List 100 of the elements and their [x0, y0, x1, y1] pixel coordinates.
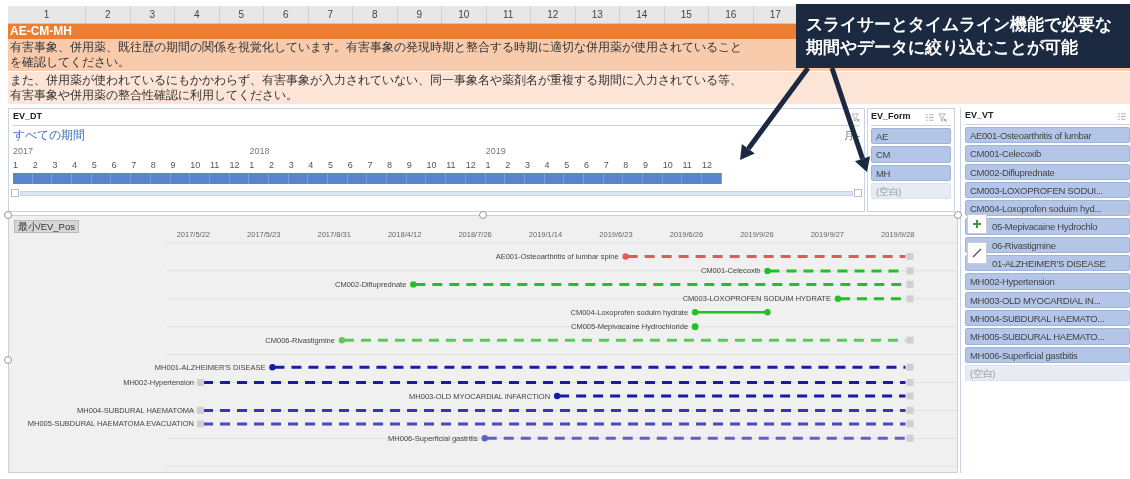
- month-label[interactable]: 3: [52, 158, 58, 172]
- slicer-item[interactable]: MH002-Hypertension: [965, 273, 1130, 290]
- slicer-item[interactable]: MH005-SUBDURAL HAEMATO...: [965, 328, 1130, 345]
- month-label[interactable]: 5: [564, 158, 570, 172]
- month-label[interactable]: 4: [72, 158, 78, 172]
- column-header[interactable]: 8: [353, 6, 398, 23]
- month-label[interactable]: 10: [426, 158, 437, 172]
- timeline-bar-segment[interactable]: [662, 173, 683, 184]
- column-header[interactable]: 4: [175, 6, 220, 23]
- slicer-item[interactable]: CM004-Loxoprofen soduim hyd...: [965, 200, 1130, 217]
- slicer-item[interactable]: AE001-Osteoarthritis of lumbar: [965, 127, 1130, 144]
- month-label[interactable]: 9: [170, 158, 176, 172]
- timeline-bar-segment[interactable]: [229, 173, 250, 184]
- timeline-bar-segment[interactable]: [485, 173, 506, 184]
- timeline-bar-segment[interactable]: [505, 173, 525, 184]
- timeline-bar-segment[interactable]: [682, 173, 703, 184]
- month-label[interactable]: 12: [465, 158, 476, 172]
- column-header[interactable]: 3: [130, 6, 175, 23]
- month-label[interactable]: 6: [583, 158, 589, 172]
- timeline-bar-segment[interactable]: [170, 173, 191, 184]
- slicer-item[interactable]: CM: [871, 146, 951, 163]
- timeline-bar-segment[interactable]: [32, 173, 53, 184]
- column-header[interactable]: 9: [397, 6, 442, 23]
- column-header[interactable]: 1: [8, 6, 86, 23]
- timeline-bar-segment[interactable]: [91, 173, 112, 184]
- timeline-bar-segment[interactable]: [603, 173, 624, 184]
- slicer-item[interactable]: MH004-SUBDURAL HAEMATO...: [965, 309, 1130, 327]
- slicer-item[interactable]: CM003-LOXOPROFEN SODUI...: [965, 181, 1130, 199]
- scroll-right-button[interactable]: [854, 189, 862, 197]
- timeline-bar-segment[interactable]: [111, 173, 132, 184]
- month-label[interactable]: 1: [485, 158, 491, 172]
- timeline-bar-segment[interactable]: [564, 173, 584, 184]
- multi-select-icon[interactable]: [925, 112, 934, 122]
- slicer-item[interactable]: MH003-OLD MYOCARDIAL IN...: [965, 291, 1130, 308]
- month-label[interactable]: 3: [524, 158, 530, 172]
- slicer-item[interactable]: CM002-Difluprednate: [965, 163, 1130, 180]
- timeline-bar-segment[interactable]: [190, 173, 210, 184]
- timeline-bar-segment[interactable]: [387, 173, 407, 184]
- timeline-bar-segment[interactable]: [367, 173, 388, 184]
- column-header[interactable]: 12: [531, 6, 576, 23]
- column-header[interactable]: 7: [308, 6, 353, 23]
- timeline-bar-segment[interactable]: [52, 173, 73, 184]
- slicer-item[interactable]: MH006-Superficial gastbitis: [965, 346, 1130, 363]
- timeline-bar-segment[interactable]: [347, 173, 368, 184]
- field-button[interactable]: 最小/EV_Pos: [14, 220, 79, 233]
- month-label[interactable]: 12: [229, 158, 240, 172]
- column-header[interactable]: 15: [664, 6, 709, 23]
- column-header[interactable]: 5: [219, 6, 264, 23]
- month-label[interactable]: 7: [367, 158, 373, 172]
- period-label[interactable]: すべての期間: [13, 126, 85, 144]
- month-label[interactable]: 3: [288, 158, 294, 172]
- month-label[interactable]: 2: [268, 158, 274, 172]
- timeline-bar-segment[interactable]: [643, 173, 663, 184]
- month-label[interactable]: 4: [544, 158, 550, 172]
- timeline-bar-segment[interactable]: [288, 173, 309, 184]
- slicer-item[interactable]: CM001-Celecoxib: [965, 145, 1130, 162]
- timeline-bar-segment[interactable]: [446, 173, 466, 184]
- month-label[interactable]: 9: [406, 158, 412, 172]
- month-label[interactable]: 10: [662, 158, 673, 172]
- timeline-bar-segment[interactable]: [72, 173, 92, 184]
- chart-elements-button[interactable]: [967, 214, 987, 234]
- slicer-item[interactable]: 01-ALZHEIMER'S DISEASE: [965, 255, 1130, 272]
- timeline-bar-segment[interactable]: [623, 173, 643, 184]
- month-label[interactable]: 5: [328, 158, 333, 172]
- column-header[interactable]: 10: [442, 6, 487, 23]
- timeline-bar-segment[interactable]: [268, 173, 289, 184]
- scrollbar[interactable]: [20, 190, 853, 196]
- slicer-item[interactable]: AE: [871, 128, 951, 145]
- timeline-bar-segment[interactable]: [150, 173, 171, 184]
- slicer-item[interactable]: MH: [871, 164, 951, 181]
- scroll-left-button[interactable]: [11, 189, 19, 197]
- column-header[interactable]: 2: [86, 6, 131, 23]
- filter-clear-icon[interactable]: [851, 112, 860, 122]
- month-label[interactable]: 6: [111, 158, 117, 172]
- month-label[interactable]: 12: [702, 158, 713, 172]
- timeline-bar-segment[interactable]: [209, 173, 230, 184]
- time-level-dropdown[interactable]: 月 -: [843, 127, 860, 143]
- timeline-bar-segment[interactable]: [308, 173, 328, 184]
- month-label[interactable]: 6: [347, 158, 353, 172]
- chart-styles-button[interactable]: [967, 242, 987, 264]
- timeline-bar-segment[interactable]: [406, 173, 427, 184]
- month-label[interactable]: 1: [249, 158, 255, 172]
- month-label[interactable]: 5: [91, 158, 97, 172]
- month-label[interactable]: 11: [682, 158, 692, 172]
- month-label[interactable]: 8: [387, 158, 393, 172]
- column-header[interactable]: 16: [709, 6, 754, 23]
- timeline-bar-segment[interactable]: [702, 173, 722, 184]
- month-label[interactable]: 11: [446, 158, 456, 172]
- month-label[interactable]: 8: [150, 158, 156, 172]
- month-label[interactable]: 9: [643, 158, 648, 172]
- timeline-bar-segment[interactable]: [544, 173, 565, 184]
- column-header[interactable]: 14: [620, 6, 665, 23]
- slicer-item[interactable]: 06-Rivastigmine: [965, 236, 1130, 254]
- multi-select-icon[interactable]: [1117, 111, 1126, 121]
- column-header[interactable]: 11: [486, 6, 531, 23]
- column-header[interactable]: 6: [264, 6, 309, 23]
- column-header[interactable]: 13: [575, 6, 620, 23]
- timeline-bar-segment[interactable]: [13, 173, 33, 184]
- month-label[interactable]: 2: [32, 158, 38, 172]
- month-label[interactable]: 10: [190, 158, 201, 172]
